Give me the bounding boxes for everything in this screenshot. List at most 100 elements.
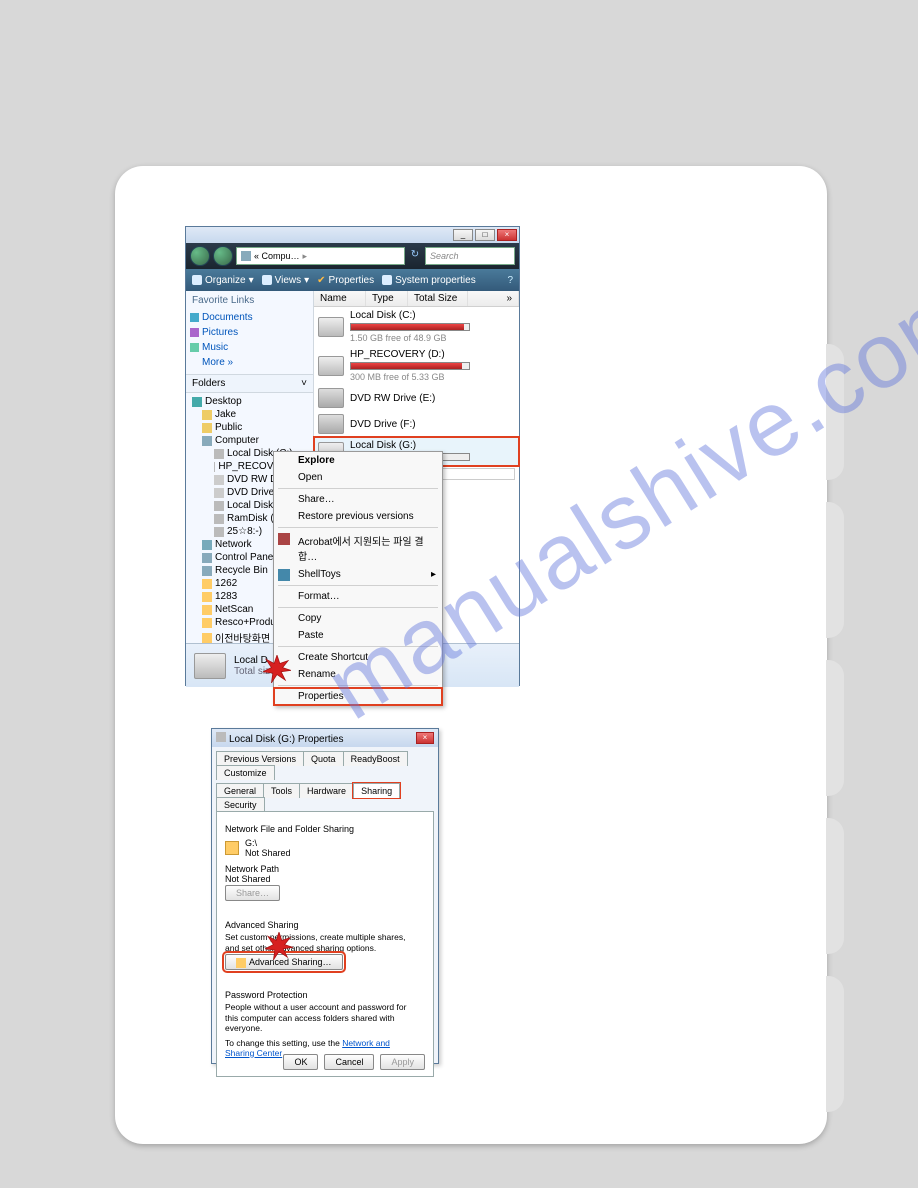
organize-icon [192, 275, 202, 285]
menu-copy[interactable]: Copy [274, 610, 442, 627]
usage-text: 300 MB free of 5.33 GB [350, 372, 515, 382]
forward-button[interactable] [213, 246, 233, 266]
sysprops-icon [382, 275, 392, 285]
dvd-icon [318, 414, 344, 434]
side-divider-tab [826, 502, 844, 638]
folder-icon [202, 618, 212, 628]
tab-tools[interactable]: Tools [263, 783, 300, 798]
menu-share[interactable]: Share… [274, 491, 442, 508]
disk-icon [214, 501, 224, 511]
close-button[interactable]: × [497, 229, 517, 241]
favorite-more[interactable]: More » [186, 355, 313, 370]
drive-name: DVD Drive (F:) [350, 419, 515, 430]
maximize-button[interactable]: □ [475, 229, 495, 241]
col-name[interactable]: Name [314, 291, 366, 306]
drive-e[interactable]: DVD RW Drive (E:) [314, 385, 519, 411]
tab-previous-versions[interactable]: Previous Versions [216, 751, 304, 766]
hdd-icon [318, 356, 344, 376]
folder-icon [202, 605, 212, 615]
tab-sharing-active[interactable]: Sharing [353, 783, 400, 798]
share-folder-icon [225, 841, 239, 855]
disk-icon [216, 732, 226, 742]
favorite-music[interactable]: Music [186, 340, 313, 355]
refresh-button[interactable]: ↻ [408, 249, 422, 263]
tab-customize[interactable]: Customize [216, 765, 275, 780]
pp-group-label: Password Protection [225, 990, 419, 1000]
menu-paste[interactable]: Paste [274, 627, 442, 644]
system-properties-button[interactable]: System properties [382, 275, 476, 286]
dialog-titlebar: Local Disk (G:) Properties × [212, 729, 438, 747]
disk-icon [214, 449, 224, 459]
computer-icon [202, 436, 212, 446]
content-card: manualshive.com _ □ × « Compu… ▸ ↻ Searc… [115, 166, 827, 1144]
favorite-pictures[interactable]: Pictures [186, 325, 313, 340]
views-icon [262, 275, 272, 285]
cancel-button[interactable]: Cancel [324, 1054, 374, 1070]
tab-hardware[interactable]: Hardware [299, 783, 354, 798]
properties-dialog: Local Disk (G:) Properties × Previous Ve… [211, 728, 439, 1064]
window-titlebar: _ □ × [186, 227, 519, 243]
search-input[interactable]: Search [425, 247, 515, 265]
tab-quota[interactable]: Quota [303, 751, 344, 766]
hdd-icon [194, 653, 226, 679]
tab-general[interactable]: General [216, 783, 264, 798]
drive-c[interactable]: Local Disk (C:) 1.50 GB free of 48.9 GB [314, 307, 519, 346]
drive-f[interactable]: DVD Drive (F:) [314, 411, 519, 437]
folders-header[interactable]: Folders˅ [186, 374, 313, 393]
properties-button[interactable]: ✔Properties [317, 275, 374, 286]
callout-burst-icon [263, 655, 291, 683]
menu-separator [278, 527, 438, 528]
tree-desktop[interactable]: Desktop [186, 395, 313, 408]
minimize-button[interactable]: _ [453, 229, 473, 241]
dialog-buttons: OK Cancel Apply [283, 1054, 425, 1070]
favorite-documents[interactable]: Documents [186, 310, 313, 325]
col-more[interactable]: » [468, 291, 519, 306]
column-headers: Name Type Total Size » [314, 291, 519, 307]
views-menu[interactable]: Views ▾ [262, 275, 310, 286]
drive-d[interactable]: HP_RECOVERY (D:) 300 MB free of 5.33 GB [314, 346, 519, 385]
desktop-icon [192, 397, 202, 407]
back-button[interactable] [190, 246, 210, 266]
menu-separator [278, 646, 438, 647]
dvd-icon [214, 475, 224, 485]
ok-button[interactable]: OK [283, 1054, 318, 1070]
pp-change-text: To change this setting, use the [225, 1038, 342, 1048]
sharing-pane: Network File and Folder Sharing G:\ Not … [216, 811, 434, 1077]
apply-button[interactable]: Apply [380, 1054, 425, 1070]
network-file-sharing-group: Network File and Folder Sharing G:\ Not … [225, 818, 425, 906]
address-bar[interactable]: « Compu… ▸ [236, 247, 405, 265]
user-icon [202, 410, 212, 420]
adv-group-label: Advanced Sharing [225, 920, 419, 930]
close-button[interactable]: × [416, 732, 434, 744]
menu-explore[interactable]: Explore [274, 452, 442, 469]
network-icon [202, 540, 212, 550]
help-button[interactable]: ? [507, 275, 513, 286]
breadcrumb-sep: ▸ [303, 251, 308, 262]
tab-security[interactable]: Security [216, 797, 265, 812]
tree-jake[interactable]: Jake [186, 408, 313, 421]
menu-properties-highlighted[interactable]: Properties [274, 688, 442, 705]
breadcrumb-item[interactable]: « Compu… [254, 251, 300, 261]
organize-menu[interactable]: Organize ▾ [192, 275, 254, 286]
menu-restore[interactable]: Restore previous versions [274, 508, 442, 525]
col-type[interactable]: Type [366, 291, 408, 306]
menu-separator [278, 685, 438, 686]
shelltoys-icon [278, 569, 290, 581]
menu-format[interactable]: Format… [274, 588, 442, 605]
col-total[interactable]: Total Size [408, 291, 468, 306]
tab-readyboost[interactable]: ReadyBoost [343, 751, 408, 766]
menu-rename[interactable]: Rename [274, 666, 442, 683]
menu-shortcut[interactable]: Create Shortcut [274, 649, 442, 666]
shield-icon [236, 958, 246, 968]
share-status: Not Shared [245, 848, 291, 858]
share-button[interactable]: Share… [225, 885, 280, 901]
callout-burst-icon [265, 932, 293, 960]
menu-open[interactable]: Open [274, 469, 442, 486]
menu-shelltoys[interactable]: ShellToys▸ [274, 566, 442, 583]
menu-acrobat[interactable]: Acrobat에서 지원되는 파일 결합… [274, 530, 442, 566]
tree-public[interactable]: Public [186, 421, 313, 434]
usage-bar [350, 362, 470, 370]
acrobat-icon [278, 533, 290, 545]
tree-computer[interactable]: Computer [186, 434, 313, 447]
drive-name: DVD RW Drive (E:) [350, 393, 515, 404]
